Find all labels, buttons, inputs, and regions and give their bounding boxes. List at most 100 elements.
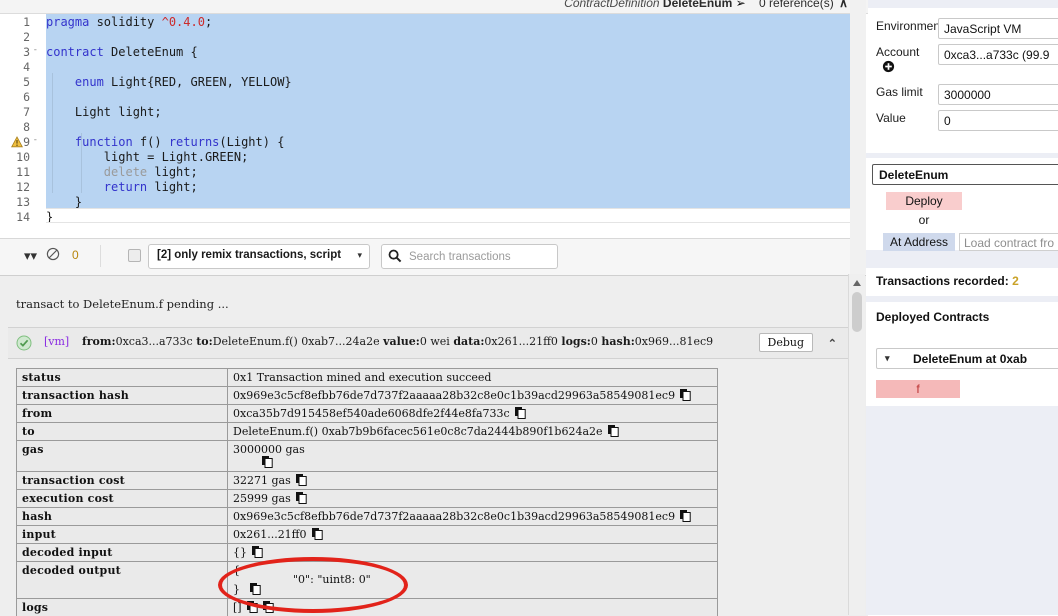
- code-token: f(): [133, 135, 169, 149]
- copy-icon[interactable]: [312, 528, 323, 540]
- fold-toggle-icon[interactable]: -: [33, 45, 38, 55]
- tx-field-value: DeleteEnum.f() 0xab7...24a2e: [213, 335, 383, 348]
- listen-on-network-checkbox[interactable]: [128, 249, 141, 262]
- code-token: ^0.4.0: [162, 15, 205, 29]
- detail-key: gas: [17, 441, 228, 472]
- copy-icon[interactable]: [680, 510, 691, 522]
- transaction-summary: from:0xca3...a733c to:DeleteEnum.f() 0xa…: [82, 335, 713, 348]
- code-line: pragma solidity ^0.4.0;: [46, 15, 212, 30]
- plus-circle-icon[interactable]: [882, 60, 895, 73]
- transactions-recorded-count: 2: [1012, 274, 1019, 288]
- table-row: status0x1 Transaction mined and executio…: [17, 369, 718, 387]
- table-row: logs[]: [17, 599, 718, 616]
- detail-key: logs: [17, 599, 228, 616]
- environment-select[interactable]: JavaScript VM: [938, 18, 1058, 39]
- tx-field-label: to:: [196, 335, 212, 348]
- line-number: 7: [0, 105, 30, 119]
- search-transactions-box[interactable]: [381, 244, 558, 269]
- detail-value: 25999 gas: [228, 490, 718, 508]
- tx-field-value: 0x969...81ec9: [635, 335, 713, 348]
- scrollbar-thumb[interactable]: [852, 292, 862, 332]
- detail-value: 0x969e3c5cf8efbb76de7d737f2aaaaa28b32c8e…: [228, 387, 718, 405]
- contract-select[interactable]: DeleteEnum: [872, 164, 1058, 185]
- fold-toggle-icon[interactable]: -: [33, 135, 38, 145]
- editor-code-area[interactable]: pragma solidity ^0.4.0;contract DeleteEn…: [46, 13, 868, 238]
- jump-to-icon[interactable]: ➢: [736, 0, 746, 10]
- detail-key: status: [17, 369, 228, 387]
- value-row: Value 0: [866, 110, 1058, 134]
- toolbar-divider: [100, 245, 101, 267]
- table-row: execution cost25999 gas: [17, 490, 718, 508]
- tx-field-value: 0x261...21ff0: [484, 335, 561, 348]
- code-line: delete light;: [46, 165, 198, 180]
- scroll-up-icon[interactable]: [852, 278, 862, 288]
- debug-button[interactable]: Debug: [759, 333, 814, 352]
- deploy-button[interactable]: Deploy: [886, 192, 962, 210]
- detail-key: hash: [17, 508, 228, 526]
- transaction-log-row[interactable]: [vm] from:0xca3...a733c to:DeleteEnum.f(…: [8, 327, 853, 359]
- detail-key: to: [17, 423, 228, 441]
- warning-icon[interactable]: [11, 136, 23, 148]
- transactions-recorded: Transactions recorded: 2: [876, 274, 1019, 288]
- value-label: Value: [876, 112, 934, 125]
- deployed-contracts-title: Deployed Contracts: [876, 310, 989, 324]
- code-line: enum Light{RED, GREEN, YELLOW}: [46, 75, 292, 90]
- copy-icon[interactable]: [262, 456, 273, 468]
- contract-definition-strip: ContractDefinition DeleteEnum ➢ 0 refere…: [0, 0, 868, 14]
- copy-icon[interactable]: [263, 601, 274, 613]
- detail-value: 0x969e3c5cf8efbb76de7d737f2aaaaa28b32c8e…: [228, 508, 718, 526]
- search-input[interactable]: [407, 248, 553, 266]
- code-token: contract: [46, 45, 104, 59]
- copy-icon[interactable]: [608, 425, 619, 437]
- code-token: Light{RED, GREEN, YELLOW}: [104, 75, 292, 89]
- run-panel: Environment JavaScript VM Account 0xca3.…: [866, 0, 1058, 615]
- copy-icon[interactable]: [680, 389, 691, 401]
- copy-icon[interactable]: [250, 583, 261, 595]
- code-token: returns: [169, 135, 220, 149]
- tx-field-value: 0xca3...a733c: [116, 335, 197, 348]
- copy-icon[interactable]: [296, 474, 307, 486]
- deployed-contracts-card: Deployed Contracts ▾ DeleteEnum at 0xab …: [866, 302, 1058, 406]
- line-number: 14: [0, 210, 30, 224]
- code-token: Light light;: [46, 105, 162, 119]
- at-address-input[interactable]: Load contract fro: [959, 233, 1058, 251]
- detail-value: 3000000 gas: [228, 441, 718, 472]
- copy-icon[interactable]: [515, 407, 526, 419]
- table-row: hash0x969e3c5cf8efbb76de7d737f2aaaaa28b3…: [17, 508, 718, 526]
- tx-field-value: 0: [591, 335, 602, 348]
- gas-limit-input[interactable]: 3000000: [938, 84, 1058, 105]
- code-editor[interactable]: 123-456789-1011121314 pragma solidity ^0…: [0, 13, 868, 238]
- tx-field-label: logs:: [561, 335, 590, 348]
- terminal-scrollbar[interactable]: [848, 274, 865, 615]
- collapse-caret-icon[interactable]: ⌃: [828, 337, 837, 350]
- copy-icon[interactable]: [296, 492, 307, 504]
- code-token: function: [75, 135, 133, 149]
- ban-circle-icon[interactable]: [46, 247, 60, 261]
- transaction-details-table: status0x1 Transaction mined and executio…: [16, 368, 718, 616]
- chevron-down-icon[interactable]: ▾: [885, 353, 890, 364]
- table-row: transaction cost32271 gas: [17, 472, 718, 490]
- copy-icon[interactable]: [252, 546, 263, 558]
- deployed-instance-row[interactable]: ▾ DeleteEnum at 0xab: [876, 348, 1058, 369]
- function-f-button[interactable]: f: [876, 380, 960, 398]
- at-address-button[interactable]: At Address: [883, 233, 955, 251]
- code-token: }: [46, 195, 82, 209]
- double-chevron-down-icon[interactable]: ▾▾: [24, 248, 37, 264]
- pending-count: 0: [72, 248, 79, 262]
- copy-icon[interactable]: [247, 601, 258, 613]
- editor-scrollbar[interactable]: [850, 0, 866, 274]
- value-input[interactable]: 0: [938, 110, 1058, 131]
- deploy-card: DeleteEnum Deploy or At Address Load con…: [866, 158, 1058, 250]
- detail-key: from: [17, 405, 228, 423]
- chevron-up-icon[interactable]: ∧: [837, 0, 848, 10]
- detail-value: 0x1 Transaction mined and execution succ…: [228, 369, 718, 387]
- line-number: 10: [0, 150, 30, 164]
- code-token: enum: [75, 75, 104, 89]
- reference-count: 0 reference(s): [759, 0, 834, 10]
- account-label: Account: [876, 46, 934, 59]
- or-separator: or: [886, 213, 962, 227]
- transaction-filter-select[interactable]: [2] only remix transactions, script ▾: [148, 244, 370, 269]
- pending-transaction-line: transact to DeleteEnum.f pending ...: [16, 297, 229, 311]
- code-token: [46, 135, 75, 149]
- account-select[interactable]: 0xca3...a733c (99.9: [938, 44, 1058, 65]
